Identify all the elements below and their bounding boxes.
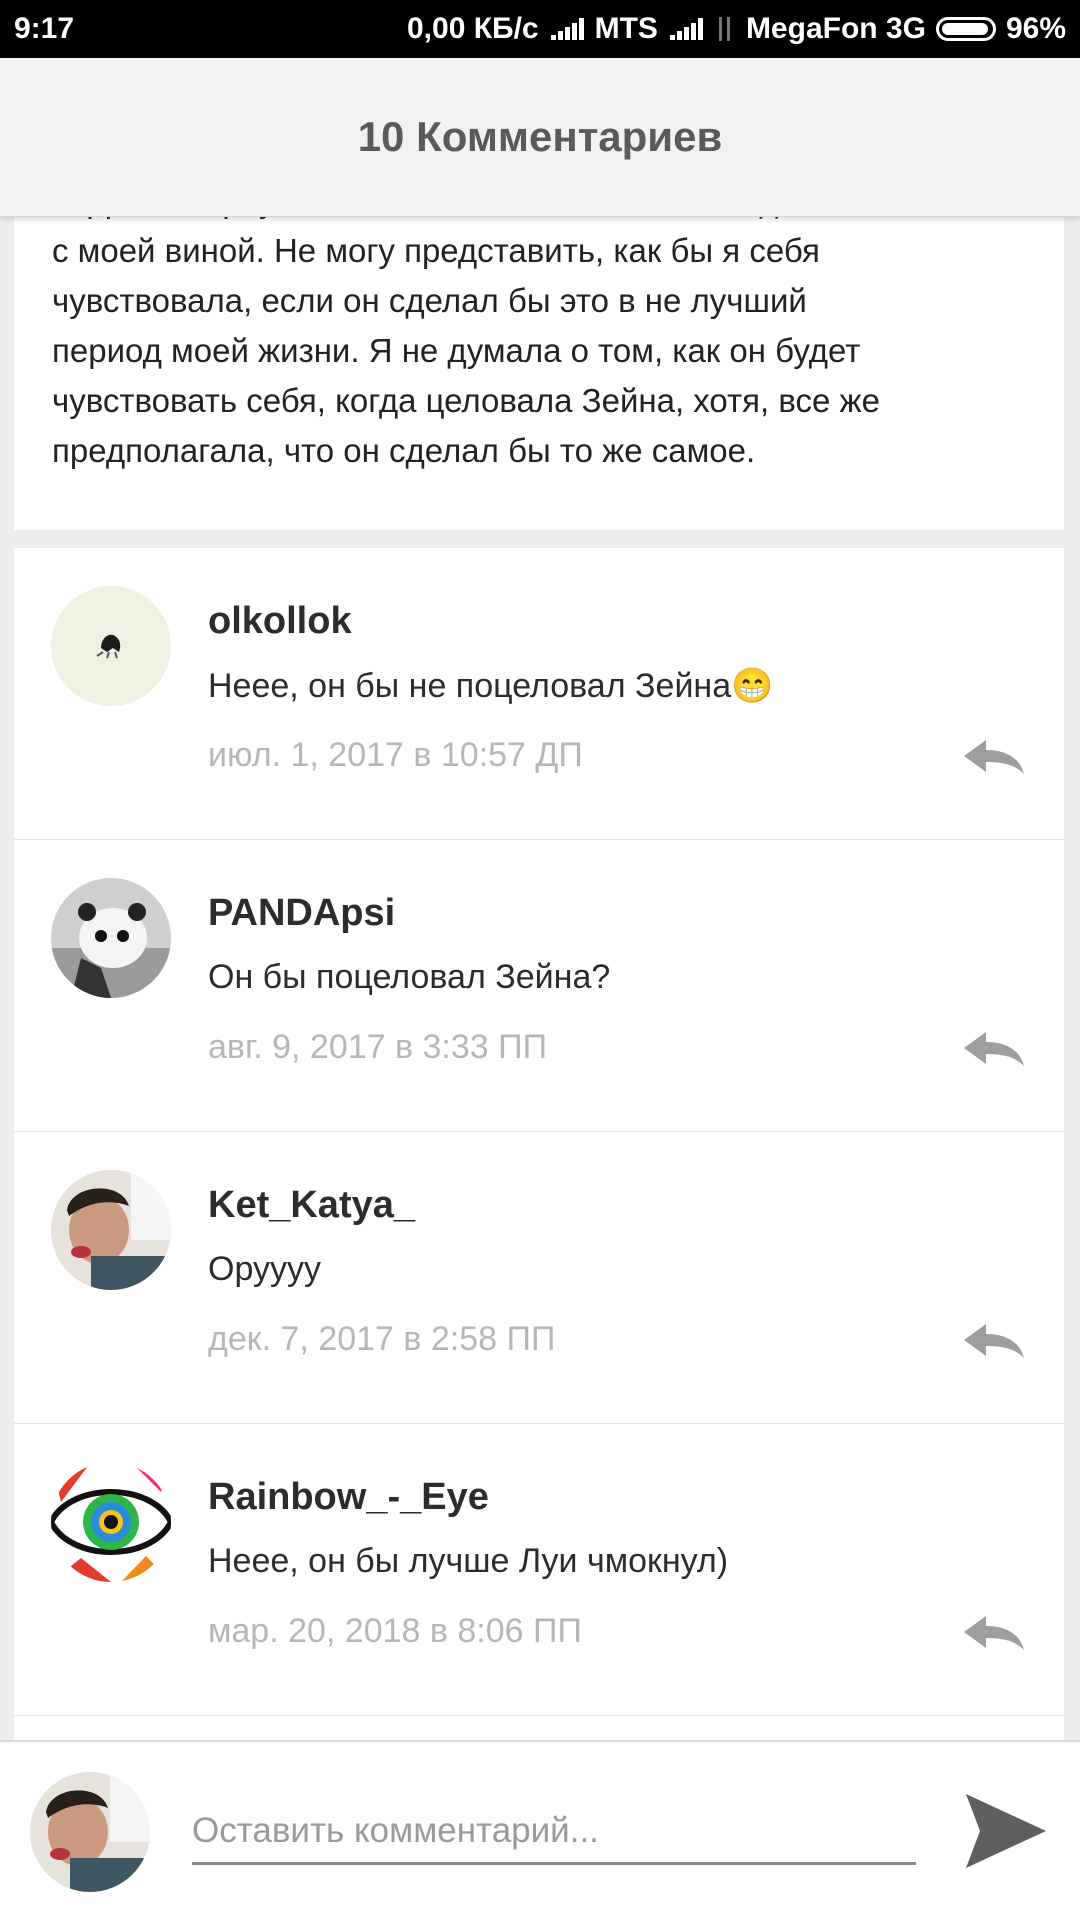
signal-icon xyxy=(668,18,704,40)
page-title: 10 Комментариев xyxy=(357,113,723,160)
comment-text: Оруууу xyxy=(208,1250,321,1288)
status-bar: 9:17 0,00 КБ/с MTS MegaFon 3G 96% xyxy=(0,0,1080,58)
send-icon[interactable] xyxy=(962,1790,1048,1872)
page-header: 10 Комментариев xyxy=(0,58,1080,217)
post-excerpt-text: Гарри повернулся ко мне спиной, оставив … xyxy=(52,216,880,469)
avatar[interactable] xyxy=(51,1170,171,1290)
post-excerpt-card: Гарри повернулся ко мне спиной, оставив … xyxy=(14,216,1064,530)
comment-item: Ket_Katya_ Оруууу дек. 7, 2017 в 2:58 ПП xyxy=(14,1132,1064,1424)
comment-date: дек. 7, 2017 в 2:58 ПП xyxy=(208,1320,556,1358)
reply-icon[interactable] xyxy=(962,1614,1026,1654)
avatar[interactable] xyxy=(51,1462,171,1582)
avatar[interactable] xyxy=(30,1772,150,1892)
carrier-1: MTS xyxy=(594,12,658,45)
comment-date: авг. 9, 2017 в 3:33 ПП xyxy=(208,1028,548,1066)
comment-item: PANDApsi Он бы поцеловал Зейна? авг. 9, … xyxy=(14,840,1064,1132)
status-time: 9:17 xyxy=(14,12,75,45)
comment-author[interactable]: PANDApsi xyxy=(208,892,395,935)
reply-icon[interactable] xyxy=(962,1030,1026,1070)
carrier-2: MegaFon 3G xyxy=(745,12,926,45)
comment-text: Он бы поцеловал Зейна? xyxy=(208,958,611,996)
comments-scroll[interactable]: Гарри повернулся ко мне спиной, оставив … xyxy=(0,216,1080,1740)
comment-date: мар. 20, 2018 в 8:06 ПП xyxy=(208,1612,582,1650)
comment-input[interactable] xyxy=(192,1800,916,1865)
comment-compose-bar xyxy=(0,1740,1080,1922)
comment-author[interactable]: olkollok xyxy=(208,600,352,643)
network-speed: 0,00 КБ/с xyxy=(406,12,539,45)
comment-date: июл. 1, 2017 в 10:57 ДП xyxy=(208,736,583,774)
comments-list: olkollok Неее, он бы не поцеловал Зейна😁… xyxy=(14,548,1064,1740)
comment-author[interactable]: Ket_Katya_ xyxy=(208,1184,415,1227)
comment-item: olkollok Неее, он бы не поцеловал Зейна😁… xyxy=(14,548,1064,840)
status-right: 0,00 КБ/с MTS MegaFon 3G 96% xyxy=(407,12,1066,46)
comment-item: Rainbow_-_Eye Неее, он бы лучше Луи чмок… xyxy=(14,1424,1064,1716)
battery-level: 96% xyxy=(1005,12,1066,45)
reply-icon[interactable] xyxy=(962,1322,1026,1362)
comment-text: Неее, он бы не поцеловал Зейна😁 xyxy=(208,667,774,705)
comment-author[interactable]: Rainbow_-_Eye xyxy=(208,1476,489,1519)
avatar[interactable] xyxy=(51,878,171,998)
avatar[interactable] xyxy=(51,586,171,706)
comment-text: Неее, он бы лучше Луи чмокнул) xyxy=(208,1542,729,1580)
reply-icon[interactable] xyxy=(962,738,1026,778)
battery-icon xyxy=(935,17,996,41)
signal-icon xyxy=(549,18,585,40)
data-arrows-icon xyxy=(714,15,736,43)
